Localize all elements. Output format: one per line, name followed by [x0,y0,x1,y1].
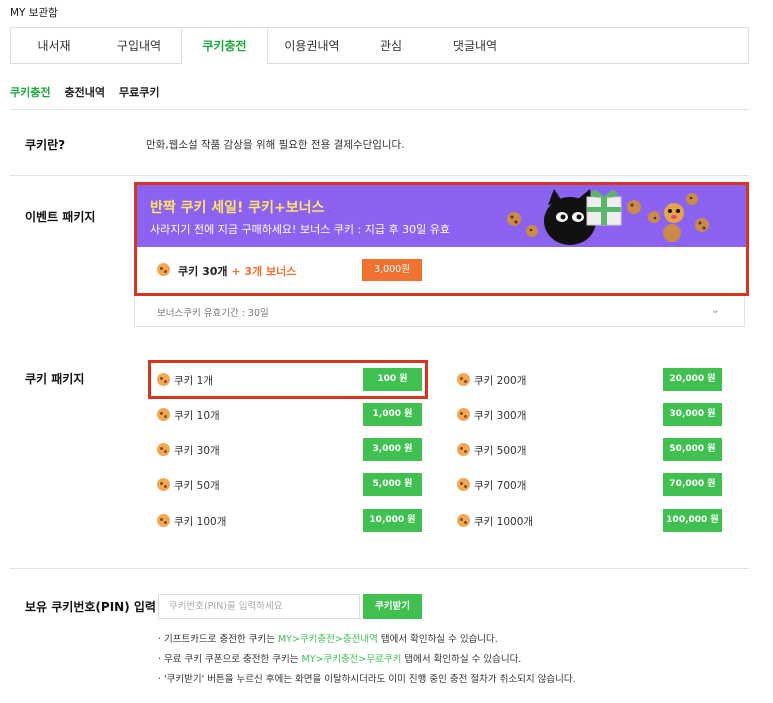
event-package-label: 이벤트 패키지 [25,210,96,224]
notes: · 기프트카드로 충전한 쿠키는 MY>쿠키충전>충전내역 탭에서 확인하실 수… [158,633,576,693]
package-item: 쿠키 50개 5,000 원 [157,472,422,498]
cookie-package-label: 쿠키 패키지 [25,372,85,386]
package-name: 쿠키 1000개 [474,516,534,528]
divider [10,175,749,176]
cookie-icon [457,514,470,527]
event-item-bonus: + 3개 보너스 [231,265,297,278]
package-item: 쿠키 1000개 100,000 원 [457,508,722,534]
page-title: MY 보관함 [10,7,58,19]
tab-comments[interactable]: 댓글내역 [426,28,524,64]
note-item: · 기프트카드로 충전한 쿠키는 MY>쿠키충전>충전내역 탭에서 확인하실 수… [158,633,576,653]
divider [10,109,749,110]
chevron-down-icon: ⌄ [710,303,720,316]
buy-button[interactable]: 20,000 원 [663,368,722,391]
banner-title: 반짝 쿠키 세일! 쿠키+보너스 [150,200,325,216]
note-link[interactable]: MY>쿠키충전>무료쿠키 [302,654,402,665]
note-item: · 무료 쿠키 쿠폰으로 충전한 쿠키는 MY>쿠키충전>무료쿠키 탭에서 확인… [158,653,576,673]
banner-subtitle: 사라지기 전에 지금 구매하세요! 보너스 쿠키 : 지급 후 30일 유효 [150,223,450,236]
divider [10,568,749,569]
cookie-description: 만화,웹소설 작품 감상을 위해 필요한 전용 결제수단입니다. [146,139,405,151]
subtab-cookie-charge[interactable]: 쿠키충전 [10,84,50,100]
event-item-count: 쿠키 30개 [178,265,228,278]
package-name: 쿠키 300개 [474,410,527,422]
buy-button[interactable]: 10,000 원 [363,509,422,532]
buy-button[interactable]: 100,000 원 [663,509,722,532]
cat-character-illustration [507,189,709,245]
cookie-icon [457,443,470,456]
cookie-icon [157,514,170,527]
event-banner: 반짝 쿠키 세일! 쿠키+보너스 사라지기 전에 지금 구매하세요! 보너스 쿠… [137,185,746,247]
pin-label: 보유 쿠키번호(PIN) 입력 [25,600,156,614]
cookie-icon [457,373,470,386]
cookie-icon [457,408,470,421]
cookie-info-label: 쿠키란? [25,138,66,152]
cookie-icon [157,263,170,276]
package-item: 쿠키 700개 70,000 원 [457,472,722,498]
bonus-validity-text: 보너스쿠키 유효기간 : 30일 [157,308,269,319]
package-item: 쿠키 500개 50,000 원 [457,437,722,463]
note-text: 탭에서 확인하실 수 있습니다. [401,654,522,665]
cookie-icon [157,408,170,421]
redeem-cookie-button[interactable]: 쿠키받기 [363,594,422,619]
tab-purchases[interactable]: 구입내역 [97,28,181,64]
package-name: 쿠키 50개 [174,480,220,492]
note-item: · '쿠키받기' 버튼을 누르신 후에는 화면을 이탈하시더라도 이미 진행 중… [158,674,576,685]
package-name: 쿠키 30개 [174,445,220,457]
buy-button[interactable]: 70,000 원 [663,473,722,496]
package-item: 쿠키 100개 10,000 원 [157,508,422,534]
tab-cookie-charge[interactable]: 쿠키충전 [181,27,268,64]
buy-button[interactable]: 5,000 원 [363,473,422,496]
subtab-charge-history[interactable]: 충전내역 [64,84,104,100]
note-text: 탭에서 확인하실 수 있습니다. [377,634,498,645]
cookie-icon [457,478,470,491]
package-item: 쿠키 10개 1,000 원 [157,402,422,428]
note-link[interactable]: MY>쿠키충전>충전내역 [278,634,378,645]
buy-button[interactable]: 30,000 원 [663,403,722,426]
package-name: 쿠키 100개 [174,516,227,528]
cookie-icon [157,443,170,456]
tab-pass-history[interactable]: 이용권내역 [268,28,356,64]
tab-favorites[interactable]: 관심 [356,28,426,64]
event-package-item: 쿠키 30개 + 3개 보너스 3,000원 [137,247,746,293]
note-text: · 무료 쿠키 쿠폰으로 충전한 쿠키는 [158,654,302,665]
package-item: 쿠키 200개 20,000 원 [457,367,722,393]
subtab-free-cookies[interactable]: 무료쿠키 [119,84,159,100]
event-item-name: 쿠키 30개 + 3개 보너스 [178,263,296,279]
selection-highlight [148,360,428,399]
event-package-box: 반짝 쿠키 세일! 쿠키+보너스 사라지기 전에 지금 구매하세요! 보너스 쿠… [134,182,749,296]
buy-button[interactable]: 50,000 원 [663,438,722,461]
package-name: 쿠키 10개 [174,410,220,422]
sub-tabs: 쿠키충전 충전내역 무료쿠키 [10,84,159,100]
bonus-validity-dropdown[interactable]: 보너스쿠키 유효기간 : 30일 ⌄ [134,296,745,327]
package-name: 쿠키 200개 [474,375,527,387]
note-text: · 기프트카드로 충전한 쿠키는 [158,634,278,645]
event-buy-button[interactable]: 3,000원 [362,259,422,281]
buy-button[interactable]: 3,000 원 [363,438,422,461]
package-item: 쿠키 300개 30,000 원 [457,402,722,428]
tab-library[interactable]: 내서재 [11,28,97,64]
package-name: 쿠키 700개 [474,480,527,492]
buy-button[interactable]: 1,000 원 [363,403,422,426]
main-tabs: 내서재 구입내역 쿠키충전 이용권내역 관심 댓글내역 [10,27,749,64]
cookie-icon [157,478,170,491]
package-item: 쿠키 30개 3,000 원 [157,437,422,463]
pin-input[interactable] [158,594,360,619]
package-name: 쿠키 500개 [474,445,527,457]
